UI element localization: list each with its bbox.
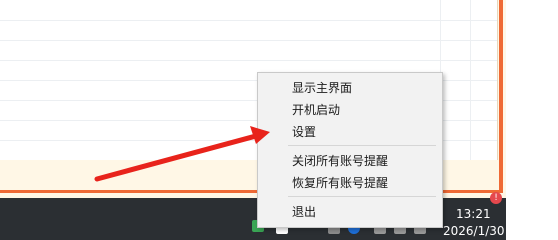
menu-item-label: 设置 [292,125,317,139]
menu-item-settings[interactable]: 设置 [258,120,442,142]
menu-separator [288,196,436,197]
menu-item-label: 关闭所有账号提醒 [292,154,389,168]
grid-line [0,20,497,21]
menu-item-close-all-reminders[interactable]: 关闭所有账号提醒 [258,149,442,171]
grid-line [0,60,497,61]
menu-item-label: 恢复所有账号提醒 [292,176,389,190]
menu-item-label: 显示主界面 [292,81,353,95]
menu-item-exit[interactable]: 退出 [258,200,442,222]
menu-item-show-main[interactable]: 显示主界面 [258,76,442,98]
desktop-strip [506,0,558,240]
tray-context-menu: 显示主界面 开机启动 设置 关闭所有账号提醒 恢复所有账号提醒 退出 [257,72,443,228]
clock-time[interactable]: 13:21 [456,207,491,221]
menu-item-label: 退出 [292,205,317,219]
menu-item-label: 开机启动 [292,103,341,117]
notification-badge-icon[interactable]: ! [490,192,502,204]
menu-item-autostart[interactable]: 开机启动 [258,98,442,120]
grid-line [470,0,471,160]
grid-line [0,40,497,41]
clock-date[interactable]: 2026/1/30 [443,224,505,238]
window-frame-right [499,0,503,193]
menu-separator [288,145,436,146]
menu-item-restore-all-reminders[interactable]: 恢复所有账号提醒 [258,171,442,193]
